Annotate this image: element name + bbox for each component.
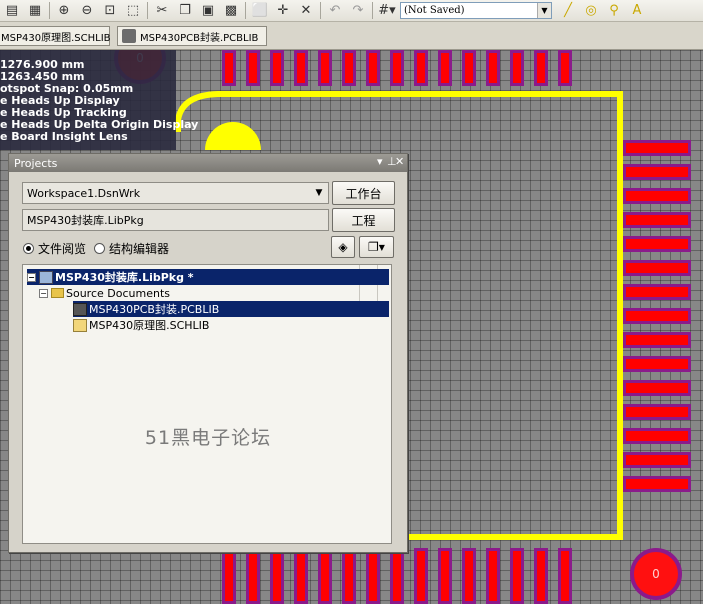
workspace-select[interactable]: Workspace1.DsnWrk ▼ bbox=[22, 182, 329, 204]
tab-schlib[interactable]: MSP430原理图.SCHLIB bbox=[0, 26, 111, 46]
zoom-area-icon[interactable]: ⬚ bbox=[123, 1, 143, 20]
collapse-icon[interactable]: − bbox=[27, 272, 36, 282]
paste-icon[interactable]: ▣ bbox=[198, 1, 218, 20]
collapse-icon[interactable]: − bbox=[39, 288, 48, 298]
chevron-down-icon: ▼ bbox=[378, 242, 385, 252]
project-field[interactable]: MSP430封装库.LibPkg bbox=[22, 209, 329, 231]
undo-icon[interactable]: ↶ bbox=[325, 1, 345, 20]
line-tool-icon[interactable]: ╱ bbox=[558, 1, 578, 20]
workspace-button[interactable]: 工作台 bbox=[332, 181, 395, 205]
schematic-library-icon bbox=[73, 318, 87, 332]
layers-icon[interactable]: ▤ bbox=[2, 1, 22, 20]
tree-schlib-label: MSP430原理图.SCHLIB bbox=[89, 319, 210, 332]
main-toolbar: ▤ ▦ ⊕ ⊖ ⊡ ⬚ ✂ ❐ ▣ ▩ ⬜ ✛ ✕ ↶ ↷ #▾ (Not Sa… bbox=[0, 0, 703, 22]
component-combo[interactable]: (Not Saved) ▼ bbox=[400, 2, 552, 19]
toolbar-separator bbox=[320, 2, 321, 19]
via-bottom[interactable]: 0 bbox=[630, 548, 682, 600]
workspace-button-label: 工作台 bbox=[345, 186, 382, 201]
library-package-icon bbox=[39, 270, 53, 284]
tree-row-package[interactable]: − MSP430封装库.LibPkg * bbox=[27, 269, 389, 285]
chevron-down-icon[interactable]: ▼ bbox=[311, 184, 327, 202]
heads-up-display: 1276.900 mm 1263.450 mm otspot Snap: 0.0… bbox=[0, 50, 198, 150]
project-options-button[interactable]: ◈ bbox=[331, 236, 355, 258]
component-combo-value: (Not Saved) bbox=[404, 5, 465, 16]
arc-tool-icon[interactable]: ◎ bbox=[581, 1, 601, 20]
zoom-in-icon[interactable]: ⊕ bbox=[54, 1, 74, 20]
tab-schlib-label: MSP430原理图.SCHLIB bbox=[1, 32, 111, 44]
select-icon[interactable]: ⬜ bbox=[250, 1, 270, 20]
close-icon[interactable]: ✕ bbox=[395, 155, 404, 168]
string-tool-icon[interactable]: A bbox=[627, 1, 647, 20]
project-field-value: MSP430封装库.LibPkg bbox=[27, 214, 144, 227]
radio-file-view-label[interactable]: 文件阅览 bbox=[38, 240, 86, 257]
hud-line-lens: e Board Insight Lens bbox=[0, 130, 128, 143]
paste-special-icon[interactable]: ▩ bbox=[221, 1, 241, 20]
toolbar-separator bbox=[147, 2, 148, 19]
zoom-out-icon[interactable]: ⊖ bbox=[77, 1, 97, 20]
pad-tool-icon[interactable]: ⚲ bbox=[604, 1, 624, 20]
via-bottom-label: 0 bbox=[652, 567, 660, 581]
view-icon[interactable]: ▦ bbox=[25, 1, 45, 20]
toolbar-separator bbox=[372, 2, 373, 19]
projects-title-label: Projects bbox=[14, 156, 58, 170]
tree-row-folder[interactable]: − Source Documents bbox=[39, 285, 170, 301]
radio-struct-editor[interactable] bbox=[94, 242, 106, 254]
panel-menu-icon[interactable]: ▾ bbox=[377, 155, 383, 168]
tree-pcblib-label: MSP430PCB封装.PCBLIB bbox=[89, 303, 220, 316]
tree-folder-label: Source Documents bbox=[66, 286, 170, 300]
document-options-button[interactable]: ❐ ▼ bbox=[359, 236, 394, 258]
project-button-label: 工程 bbox=[351, 213, 376, 228]
project-button[interactable]: 工程 bbox=[332, 208, 395, 232]
tree-row-schlib[interactable]: MSP430原理图.SCHLIB bbox=[73, 317, 209, 333]
project-tree[interactable]: − MSP430封装库.LibPkg * − Source Documents … bbox=[22, 264, 392, 544]
view-mode-radios: 文件阅览 结构编辑器 bbox=[23, 240, 169, 256]
workspace-select-value: Workspace1.DsnWrk bbox=[27, 186, 141, 200]
toolbar-separator bbox=[245, 2, 246, 19]
tab-pcblib-label: MSP430PCB封装.PCBLIB bbox=[140, 32, 259, 44]
layers-icon: ◈ bbox=[338, 240, 348, 254]
projects-panel-body: Workspace1.DsnWrk ▼ 工作台 MSP430封装库.LibPkg… bbox=[9, 172, 407, 552]
cut-icon[interactable]: ✂ bbox=[152, 1, 172, 20]
tree-row-pcblib[interactable]: MSP430PCB封装.PCBLIB bbox=[73, 301, 389, 317]
pcb-library-icon bbox=[73, 302, 87, 316]
radio-struct-editor-label[interactable]: 结构编辑器 bbox=[109, 240, 169, 257]
folder-icon bbox=[51, 288, 64, 298]
tab-pcblib[interactable]: MSP430PCB封装.PCBLIB bbox=[117, 26, 267, 46]
projects-panel: Projects ▾ ⊥ ✕ Workspace1.DsnWrk ▼ 工作台 M… bbox=[8, 153, 408, 553]
projects-panel-title: Projects ▾ ⊥ ✕ bbox=[9, 154, 407, 172]
pcb-library-icon bbox=[122, 29, 136, 43]
document-tabs: MSP430原理图.SCHLIB MSP430PCB封装.PCBLIB bbox=[0, 22, 703, 50]
cross-icon[interactable]: ✕ bbox=[296, 1, 316, 20]
zoom-fit-icon[interactable]: ⊡ bbox=[100, 1, 120, 20]
document-icon: ❐ bbox=[368, 240, 379, 254]
redo-icon[interactable]: ↷ bbox=[348, 1, 368, 20]
move-icon[interactable]: ✛ bbox=[273, 1, 293, 20]
toolbar-separator bbox=[49, 2, 50, 19]
grid-icon[interactable]: #▾ bbox=[377, 1, 397, 20]
tree-package-label: MSP430封装库.LibPkg * bbox=[55, 271, 194, 284]
chevron-down-icon[interactable]: ▼ bbox=[537, 3, 551, 18]
watermark-text: 51黑电子论坛 bbox=[144, 427, 272, 449]
radio-file-view[interactable] bbox=[23, 242, 34, 254]
copy-icon[interactable]: ❐ bbox=[175, 1, 195, 20]
